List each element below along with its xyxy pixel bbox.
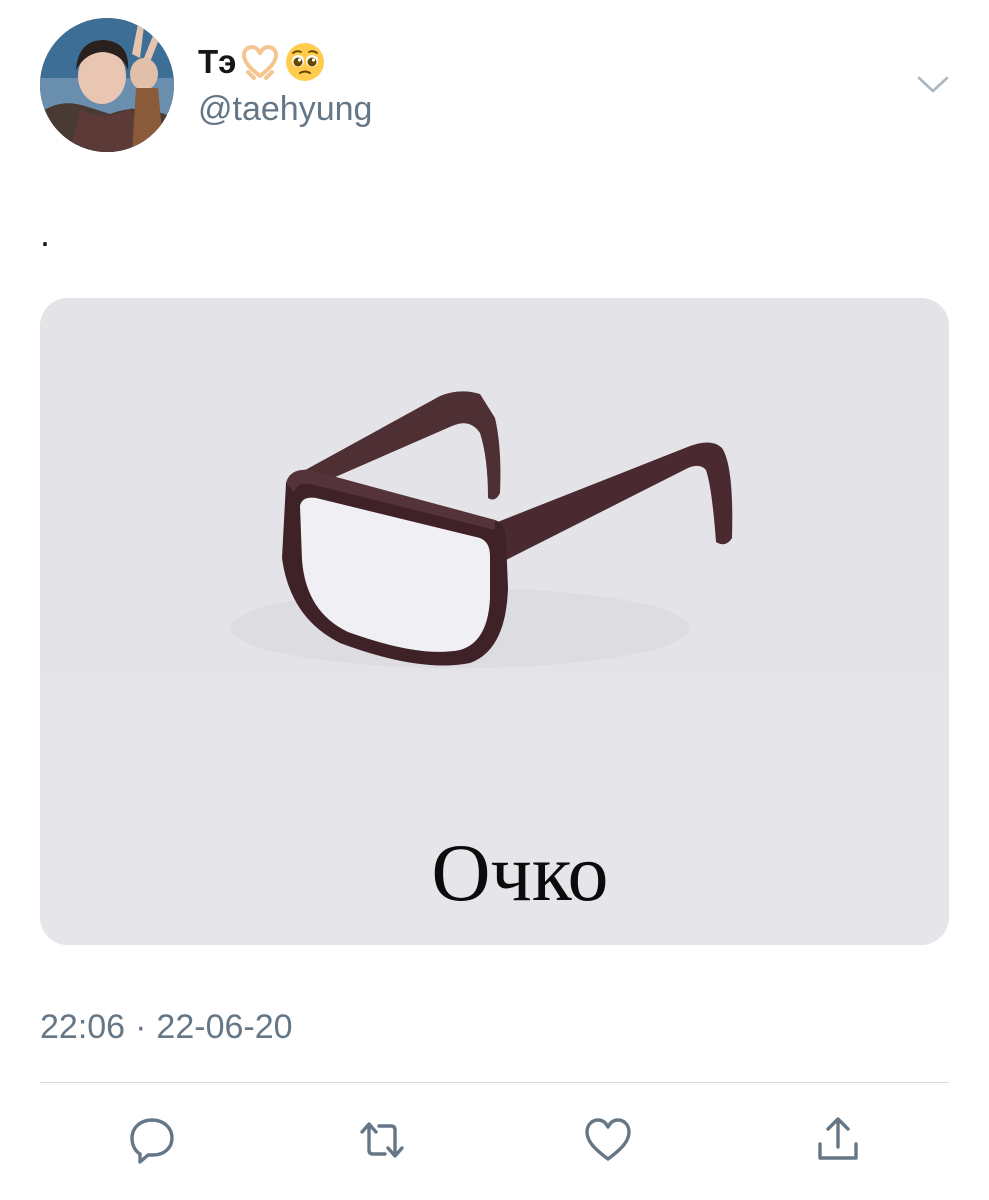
tweet-media[interactable]: Очко bbox=[40, 298, 949, 945]
media-caption: Очко bbox=[431, 827, 609, 918]
user-handle[interactable]: @taehyung bbox=[198, 90, 372, 129]
reply-icon bbox=[130, 1118, 174, 1164]
chevron-down-icon[interactable] bbox=[914, 70, 952, 100]
tweet-timestamp[interactable]: 22:06 · 22-06-20 bbox=[40, 1006, 293, 1048]
like-icon bbox=[585, 1118, 631, 1161]
display-name[interactable]: Тэ bbox=[198, 40, 326, 84]
pleading-face-emoji bbox=[284, 41, 326, 83]
share-icon bbox=[818, 1117, 858, 1160]
action-bar bbox=[0, 1108, 989, 1172]
reply-button[interactable] bbox=[120, 1108, 184, 1172]
display-name-text: Тэ bbox=[198, 43, 237, 80]
avatar[interactable] bbox=[40, 18, 174, 152]
divider bbox=[40, 1082, 949, 1083]
tweet-date: 22-06-20 bbox=[156, 1007, 293, 1046]
heart-hands-emoji bbox=[240, 42, 280, 82]
retweet-button[interactable] bbox=[350, 1108, 414, 1172]
tweet-time: 22:06 bbox=[40, 1007, 126, 1046]
share-button[interactable] bbox=[806, 1108, 870, 1172]
profile-photo bbox=[40, 18, 174, 152]
timestamp-separator: · bbox=[135, 1007, 147, 1046]
like-button[interactable] bbox=[576, 1108, 640, 1172]
retweet-icon bbox=[360, 1122, 404, 1158]
tweet-text: . bbox=[40, 213, 51, 254]
